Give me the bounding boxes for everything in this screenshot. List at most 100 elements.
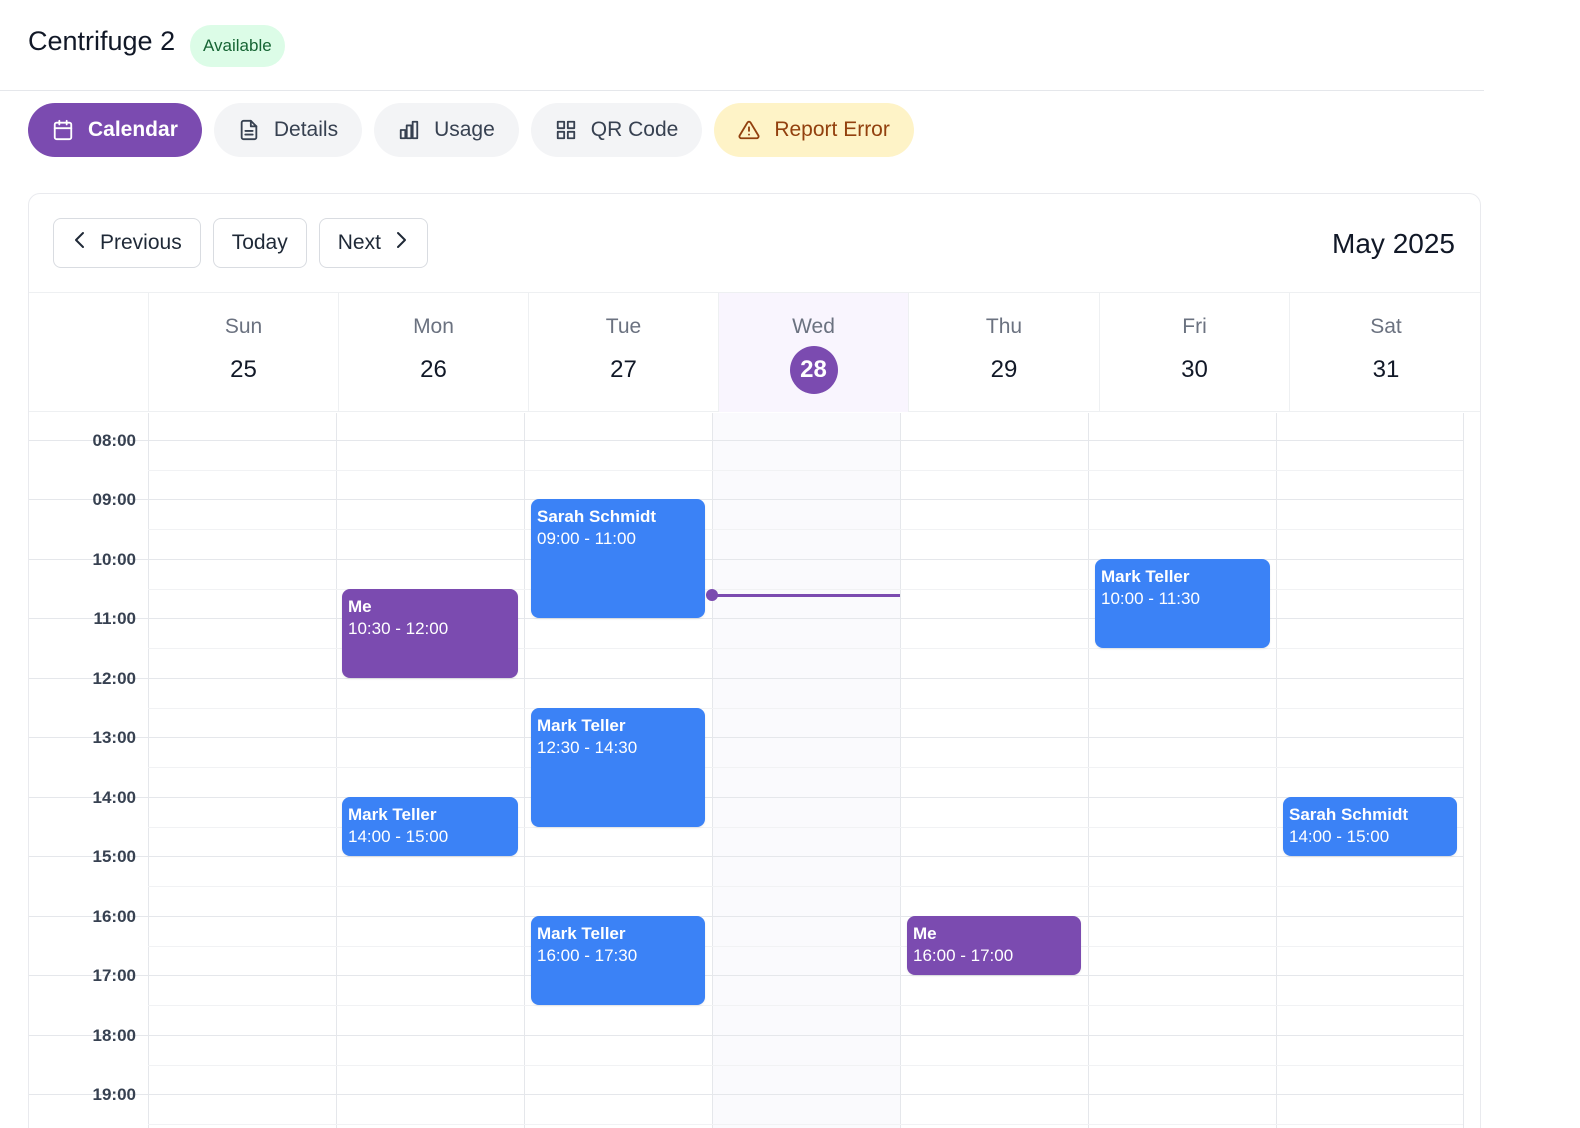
event-time: 10:00 - 11:30 — [1101, 589, 1200, 608]
day-name: Thu — [985, 315, 1023, 338]
hour-line — [29, 916, 1463, 917]
time-grid: 08:00 09:00 10:00 11:00 12:00 13:00 14:0… — [29, 413, 1480, 1128]
tab-calendar-label: Calendar — [88, 118, 178, 141]
time-label: 08:00 — [92, 431, 136, 450]
day-column-mon[interactable] — [336, 413, 524, 1128]
time-label: 17:00 — [92, 966, 136, 985]
tab-details[interactable]: Details — [213, 103, 363, 157]
time-label: 09:00 — [92, 490, 136, 509]
calendar-card: Previous Today Next May 2025 Sun 25 Mon … — [28, 193, 1481, 1128]
event-name: Mark Teller — [537, 924, 626, 943]
day-header-wed[interactable]: Wed 28 — [718, 293, 908, 412]
event-block[interactable]: Sarah Schmidt 14:00 - 15:00 — [1283, 797, 1457, 856]
hour-line — [29, 499, 1463, 500]
event-block[interactable]: Mark Teller 16:00 - 17:30 — [531, 916, 705, 1005]
event-block[interactable]: Mark Teller 14:00 - 15:00 — [342, 797, 518, 856]
tab-details-label: Details — [273, 118, 339, 141]
tab-bar: Calendar Details Usage QR Code Report Er… — [28, 103, 914, 157]
half-hour-line — [148, 1124, 1463, 1125]
day-number: 25 — [230, 356, 257, 383]
event-name: Mark Teller — [1101, 567, 1190, 586]
event-name: Me — [913, 924, 937, 943]
day-header-thu[interactable]: Thu 29 — [908, 293, 1099, 412]
hour-line — [29, 856, 1463, 857]
event-block[interactable]: Me 10:30 - 12:00 — [342, 589, 518, 678]
hour-line — [29, 440, 1463, 441]
event-time: 16:00 - 17:30 — [537, 946, 638, 965]
day-header-sun[interactable]: Sun 25 — [148, 293, 338, 412]
day-column-sun[interactable] — [148, 413, 336, 1128]
day-number-today: 28 — [789, 346, 838, 394]
time-label: 18:00 — [92, 1026, 136, 1045]
day-name: Wed — [792, 315, 835, 338]
tab-calendar[interactable]: Calendar — [28, 103, 202, 157]
event-name: Mark Teller — [537, 716, 626, 735]
chevron-right-icon — [393, 230, 409, 256]
day-column-wed[interactable] — [712, 413, 900, 1128]
hour-line — [29, 1035, 1463, 1036]
day-number: 30 — [1181, 356, 1208, 383]
event-block[interactable]: Mark Teller 12:30 - 14:30 — [531, 708, 705, 827]
event-name: Me — [348, 597, 372, 616]
tab-qr-code-label: QR Code — [590, 118, 679, 141]
event-block[interactable]: Me 16:00 - 17:00 — [907, 916, 1081, 975]
time-label: 11:00 — [93, 609, 136, 628]
grid-right-border — [1463, 413, 1464, 1128]
time-label: 14:00 — [92, 788, 136, 807]
day-number: 27 — [610, 356, 637, 383]
today-button[interactable]: Today — [212, 218, 307, 268]
tab-report-error-label: Report Error — [774, 118, 890, 141]
previous-button[interactable]: Previous — [53, 218, 201, 268]
event-time: 12:30 - 14:30 — [537, 738, 638, 757]
previous-button-label: Previous — [100, 231, 182, 254]
tab-report-error[interactable]: Report Error — [714, 103, 914, 157]
chevron-left-icon — [72, 230, 88, 256]
day-column-fri[interactable] — [1088, 413, 1276, 1128]
event-block[interactable]: Sarah Schmidt 09:00 - 11:00 — [531, 499, 705, 618]
day-header: Sun 25 Mon 26 Tue 27 Wed 28 Thu 29 Fri 3… — [29, 292, 1480, 412]
document-icon — [238, 119, 260, 141]
half-hour-line — [148, 767, 1463, 768]
event-time: 16:00 - 17:00 — [913, 946, 1014, 965]
day-number: 26 — [420, 356, 447, 383]
event-time: 14:00 - 15:00 — [1289, 827, 1390, 846]
half-hour-line — [148, 1065, 1463, 1066]
current-time-dot — [706, 589, 718, 601]
day-column-thu[interactable] — [900, 413, 1088, 1128]
day-number: 31 — [1372, 356, 1400, 383]
day-number: 29 — [990, 356, 1018, 383]
half-hour-line — [148, 529, 1463, 530]
tab-usage[interactable]: Usage — [374, 103, 519, 157]
day-header-fri[interactable]: Fri 30 — [1099, 293, 1289, 412]
day-header-mon[interactable]: Mon 26 — [338, 293, 528, 412]
half-hour-line — [148, 886, 1463, 887]
current-time-line — [712, 594, 900, 597]
day-header-sat[interactable]: Sat 31 — [1289, 293, 1480, 412]
day-header-tue[interactable]: Tue 27 — [528, 293, 718, 412]
hour-line — [29, 1094, 1463, 1095]
time-label: 19:00 — [92, 1085, 136, 1104]
event-time: 10:30 - 12:00 — [348, 619, 449, 638]
time-label: 12:00 — [92, 669, 136, 688]
event-time: 09:00 - 11:00 — [537, 529, 636, 548]
tab-qr-code[interactable]: QR Code — [530, 103, 703, 157]
calendar-nav: Previous Today Next — [53, 218, 428, 268]
day-name: Fri — [1182, 315, 1207, 338]
event-time: 14:00 - 15:00 — [348, 827, 449, 846]
event-name: Mark Teller — [348, 805, 437, 824]
hour-line — [29, 797, 1463, 798]
time-label: 15:00 — [92, 847, 136, 866]
next-button-label: Next — [337, 231, 381, 254]
time-label: 13:00 — [92, 728, 136, 747]
day-column-sat[interactable] — [1276, 413, 1463, 1128]
tab-usage-label: Usage — [434, 118, 495, 141]
today-button-label: Today — [231, 231, 288, 254]
half-hour-line — [148, 470, 1463, 471]
next-button[interactable]: Next — [318, 218, 428, 268]
time-label: 16:00 — [92, 907, 136, 926]
half-hour-line — [148, 946, 1463, 947]
hour-line — [29, 678, 1463, 679]
event-block[interactable]: Mark Teller 10:00 - 11:30 — [1095, 559, 1270, 648]
hour-line — [29, 975, 1463, 976]
day-name: Tue — [605, 315, 642, 338]
